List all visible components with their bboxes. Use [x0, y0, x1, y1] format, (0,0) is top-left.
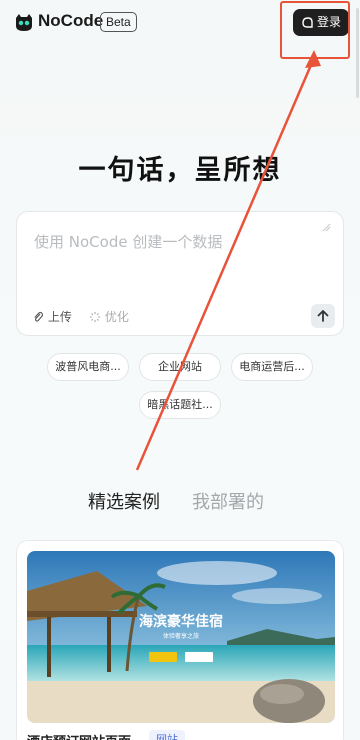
optimize-label: 优化 [104, 310, 129, 324]
nocode-logo-icon [16, 14, 32, 31]
tab-my-deployments[interactable]: 我部署的 [192, 488, 264, 514]
case-preview-image: 海滨豪华佳宿 体验奢享之旅 [27, 551, 335, 723]
send-button[interactable] [311, 304, 335, 328]
upload-button[interactable]: 上传 [32, 308, 72, 325]
preview-title: 海滨豪华佳宿 [139, 614, 223, 630]
case-type-badge: 网站 [149, 730, 185, 740]
paperclip-icon [34, 311, 44, 322]
brand-name: NoCode [38, 11, 104, 30]
page-title: 一句话，呈所想 [78, 155, 282, 186]
suggestion-chip[interactable]: 电商运营后... [231, 353, 313, 381]
sparkle-icon [90, 312, 100, 322]
preview-subtitle: 体验奢享之旅 [162, 633, 199, 640]
annotation-highlight-box [280, 1, 350, 59]
prompt-card: 使用 NoCode 创建一个数据 上传 优化 [16, 211, 344, 336]
preview-primary-button [149, 652, 177, 662]
preview-secondary-button [185, 652, 213, 662]
arrow-up-icon [317, 310, 329, 322]
beta-badge: Beta [100, 12, 137, 32]
optimize-button[interactable]: 优化 [89, 308, 129, 325]
scrollbar[interactable] [356, 8, 359, 98]
resize-handle-icon[interactable] [321, 222, 331, 232]
tab-featured[interactable]: 精选案例 [88, 488, 160, 514]
prompt-input[interactable]: 使用 NoCode 创建一个数据 [34, 231, 222, 252]
suggestion-chip[interactable]: 企业网站 [139, 353, 221, 381]
case-title: 酒店预订网站页面 [27, 731, 131, 740]
suggestion-chip[interactable]: 波普风电商... [47, 353, 129, 381]
suggestion-chip[interactable]: 暗黑话题社... [139, 391, 221, 419]
upload-label: 上传 [47, 310, 72, 324]
case-card[interactable]: 海滨豪华佳宿 体验奢享之旅 酒店预订网站页面 网站 [16, 540, 344, 740]
